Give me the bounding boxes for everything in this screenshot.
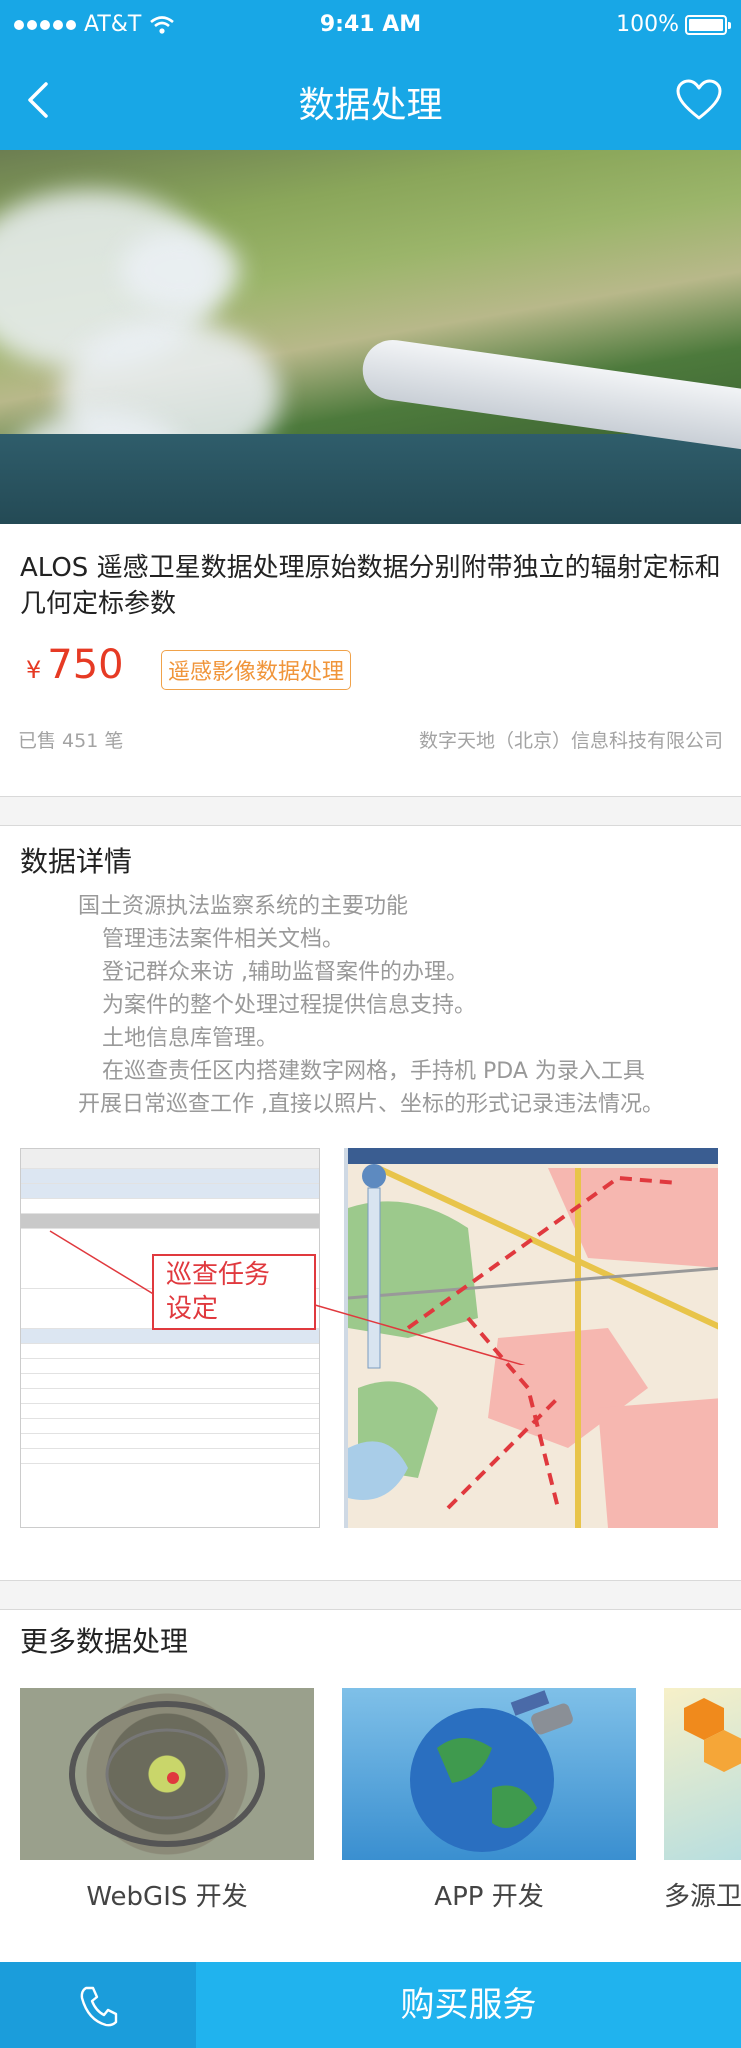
more-item-webgis[interactable]: WebGIS 开发	[20, 1688, 314, 1913]
detail-line: 开展日常巡查工作 ,直接以照片、坐标的形式记录违法情况。	[78, 1092, 664, 1117]
patrol-task-callout: 巡查任务 设定	[152, 1254, 316, 1330]
more-item-label: WebGIS 开发	[86, 1882, 248, 1912]
hexagon-graphic	[684, 1698, 741, 1772]
hero-image	[0, 150, 741, 524]
section-divider	[0, 796, 741, 826]
call-button[interactable]	[0, 1962, 196, 2048]
phone-icon	[80, 1986, 118, 2027]
callout-line: 设定	[166, 1294, 219, 1324]
favorite-button[interactable]	[675, 78, 723, 122]
category-tag[interactable]: 遥感影像数据处理	[161, 650, 352, 690]
app-thumbnail	[342, 1688, 636, 1860]
product-price: ¥ 750	[26, 642, 124, 688]
detail-line: 管理违法案件相关文档。	[102, 927, 345, 952]
battery-percent: 100%	[616, 12, 679, 37]
page-title: 数据处理	[298, 85, 443, 126]
detail-line: 在巡查责任区内搭建数字网格，手持机 PDA 为录入工具	[102, 1059, 645, 1084]
detail-line: 土地信息库管理。	[102, 1026, 279, 1051]
buy-service-button[interactable]: 购买服务	[196, 1962, 741, 2048]
details-text: 国土资源执法监察系统的主要功能 管理违法案件相关文档。 登记群众来访 ,辅助监督…	[78, 890, 728, 1121]
more-cards: WebGIS 开发 APP 开发 多源卫	[20, 1688, 741, 1913]
webgis-thumbnail	[20, 1688, 314, 1860]
sold-count: 已售 451 笔	[18, 730, 124, 752]
stadium-graphic	[69, 1701, 265, 1847]
callout-line: 巡查任务	[166, 1260, 271, 1290]
bottom-action-bar: 购买服务	[0, 1962, 741, 2048]
detail-line: 登记群众来访 ,辅助监督案件的办理。	[102, 960, 468, 985]
more-section-title: 更多数据处理	[20, 1625, 189, 1658]
details-section-title: 数据详情	[20, 845, 133, 878]
battery-icon	[685, 14, 731, 35]
section-divider	[0, 1580, 741, 1610]
detail-line: 国土资源执法监察系统的主要功能	[78, 894, 409, 919]
currency-symbol: ¥	[26, 656, 42, 684]
multisource-thumbnail	[664, 1688, 741, 1860]
globe-graphic	[410, 1690, 573, 1852]
detail-line: 为案件的整个处理过程提供信息支持。	[102, 993, 477, 1018]
company-name[interactable]: 数字天地（北京）信息科技有限公司	[419, 726, 723, 753]
product-title: ALOS 遥感卫星数据处理原始数据分别附带独立的辐射定标和几何定标参数	[20, 553, 721, 619]
top-bar: AT&T 9:41 AM 100% 数据处理	[0, 0, 741, 150]
status-bar: AT&T 9:41 AM 100%	[0, 0, 741, 50]
more-item-label: APP 开发	[434, 1882, 544, 1912]
navigation-bar: 数据处理	[0, 50, 741, 150]
more-item-multisource[interactable]: 多源卫	[664, 1688, 741, 1913]
more-item-label: 多源卫	[664, 1882, 741, 1912]
price-value: 750	[47, 642, 124, 688]
more-item-app[interactable]: APP 开发	[342, 1688, 636, 1913]
app-screen: AT&T 9:41 AM 100% 数据处理 ALOS 遥感卫星数据处理原始数据…	[0, 0, 741, 2048]
status-right: 100%	[616, 12, 731, 37]
